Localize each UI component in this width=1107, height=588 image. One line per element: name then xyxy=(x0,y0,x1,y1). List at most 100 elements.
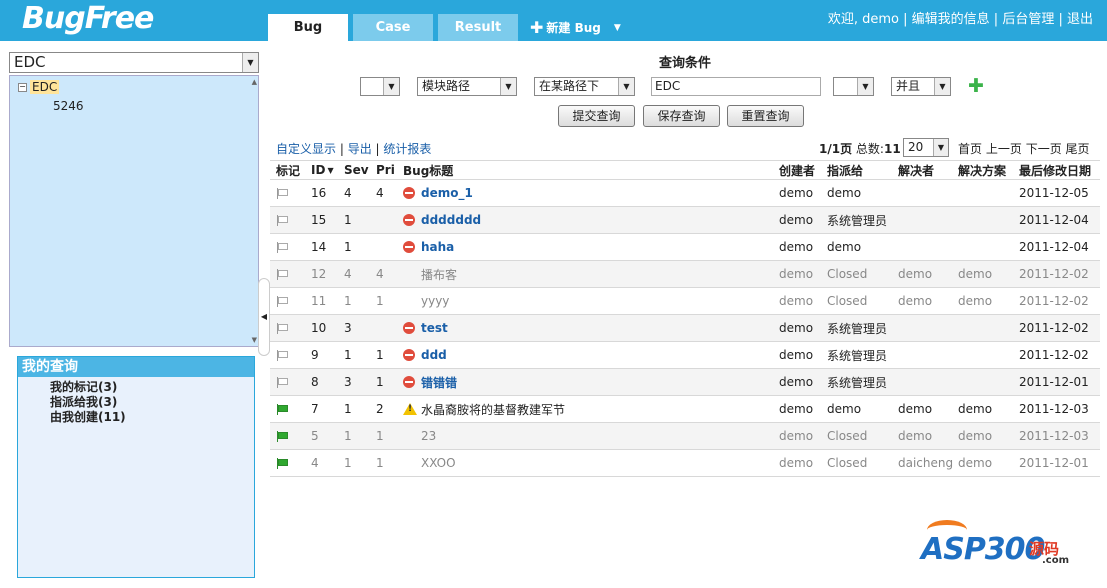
table-row[interactable]: 9 1 1 ddd demo 系统管理员 2011-12-02 xyxy=(270,342,1100,369)
my-query-item[interactable]: 由我创建(11) xyxy=(18,410,254,425)
table-row[interactable]: 15 1 ddddddd demo 系统管理员 2011-12-04 xyxy=(270,207,1100,234)
cell-flag[interactable] xyxy=(276,315,288,341)
cell-flag[interactable] xyxy=(276,261,288,287)
cell-title[interactable]: 水晶裔胺将的基督教建军节 xyxy=(403,396,565,422)
bug-title-link[interactable]: 错错错 xyxy=(421,374,457,391)
chevron-down-icon[interactable]: ▼ xyxy=(242,53,258,72)
tab-case[interactable]: Case xyxy=(353,14,433,41)
cell-title[interactable]: ddddddd xyxy=(403,207,481,233)
col-date[interactable]: 最后修改日期 xyxy=(1019,161,1091,179)
bug-title-link[interactable]: ddddddd xyxy=(421,213,481,227)
admin-link[interactable]: 后台管理 xyxy=(1002,12,1054,27)
flag-icon[interactable] xyxy=(276,430,288,442)
cell-title[interactable]: 错错错 xyxy=(403,369,457,395)
table-row[interactable]: 12 4 4 播布客 demo Closed demo demo 2011-12-02 xyxy=(270,261,1100,288)
flag-icon[interactable] xyxy=(276,295,288,307)
bug-title-link[interactable]: test xyxy=(421,321,448,335)
col-assigned[interactable]: 指派给 xyxy=(827,161,863,179)
app-logo[interactable]: BugFree xyxy=(22,1,154,36)
cell-flag[interactable] xyxy=(276,423,288,449)
table-row[interactable]: 7 1 2 水晶裔胺将的基督教建军节 demo demo demo demo 2011-12-0… xyxy=(270,396,1100,423)
bug-title-link[interactable]: XXOO xyxy=(421,456,456,470)
project-select[interactable]: EDC ▼ xyxy=(9,52,259,73)
col-flag[interactable]: 标记 xyxy=(276,161,300,179)
flag-icon[interactable] xyxy=(276,322,288,334)
collapse-icon[interactable]: − xyxy=(18,83,27,92)
prev-page-link[interactable]: 上一页 xyxy=(986,142,1022,156)
cell-flag[interactable] xyxy=(276,396,288,422)
sidebar-collapse-toggle[interactable]: ◀ xyxy=(258,278,270,356)
table-row[interactable]: 5 1 1 23 demo Closed demo demo 2011-12-03 xyxy=(270,423,1100,450)
flag-icon[interactable] xyxy=(276,403,288,415)
query-value-input[interactable]: EDC xyxy=(651,77,821,96)
table-row[interactable]: 16 4 4 demo_1 demo demo 2011-12-05 xyxy=(270,180,1100,207)
flag-icon[interactable] xyxy=(276,241,288,253)
tab-result[interactable]: Result xyxy=(438,14,518,41)
scroll-down-icon[interactable]: ▼ xyxy=(252,336,257,344)
col-resolution[interactable]: 解决方案 xyxy=(958,161,1006,179)
flag-icon[interactable] xyxy=(276,214,288,226)
col-id[interactable]: ID ▼ xyxy=(311,161,334,179)
edit-profile-link[interactable]: 编辑我的信息 xyxy=(912,12,990,27)
flag-icon[interactable] xyxy=(276,187,288,199)
new-bug-button[interactable]: ✚ 新建 Bug ▼ xyxy=(530,18,621,37)
chevron-down-icon[interactable]: ▼ xyxy=(614,23,621,33)
flag-icon[interactable] xyxy=(276,457,288,469)
cell-title[interactable]: 23 xyxy=(403,423,436,449)
tree-node-child[interactable]: 5246 xyxy=(53,99,84,113)
tree-node-root[interactable]: − EDC xyxy=(18,80,60,94)
chevron-down-icon[interactable]: ▼ xyxy=(500,78,516,95)
cell-title[interactable]: yyyy xyxy=(403,288,449,314)
tab-bug[interactable]: Bug xyxy=(268,14,348,41)
reset-query-button[interactable]: 重置查询 xyxy=(727,105,804,127)
table-row[interactable]: 10 3 test demo 系统管理员 2011-12-02 xyxy=(270,315,1100,342)
cell-flag[interactable] xyxy=(276,342,288,368)
cell-flag[interactable] xyxy=(276,369,288,395)
query-extra-select[interactable]: ▼ xyxy=(833,77,874,96)
bug-title-link[interactable]: 水晶裔胺将的基督教建军节 xyxy=(421,401,565,418)
logout-link[interactable]: 退出 xyxy=(1067,12,1093,27)
bug-title-link[interactable]: 23 xyxy=(421,429,436,443)
col-sev[interactable]: Sev xyxy=(344,161,369,179)
report-link[interactable]: 统计报表 xyxy=(383,142,431,156)
chevron-down-icon[interactable]: ▼ xyxy=(934,78,950,95)
chevron-down-icon[interactable]: ▼ xyxy=(933,139,948,156)
cell-flag[interactable] xyxy=(276,234,288,260)
bug-title-link[interactable]: yyyy xyxy=(421,294,449,308)
chevron-down-icon[interactable]: ▼ xyxy=(857,78,873,95)
first-page-link[interactable]: 首页 xyxy=(958,142,982,156)
table-row[interactable]: 14 1 haha demo demo 2011-12-04 xyxy=(270,234,1100,261)
table-row[interactable]: 8 3 1 错错错 demo 系统管理员 2011-12-01 xyxy=(270,369,1100,396)
my-query-item[interactable]: 我的标记(3) xyxy=(18,380,254,395)
bug-title-link[interactable]: haha xyxy=(421,240,454,254)
my-query-item[interactable]: 指派给我(3) xyxy=(18,395,254,410)
flag-icon[interactable] xyxy=(276,349,288,361)
scroll-up-icon[interactable]: ▲ xyxy=(252,78,257,86)
tree-node-root-label[interactable]: EDC xyxy=(30,80,60,94)
flag-icon[interactable] xyxy=(276,376,288,388)
bug-title-link[interactable]: ddd xyxy=(421,348,447,362)
cell-title[interactable]: haha xyxy=(403,234,454,260)
query-path-select[interactable]: 模块路径 ▼ xyxy=(417,77,517,96)
cell-flag[interactable] xyxy=(276,288,288,314)
col-resolver[interactable]: 解决者 xyxy=(898,161,934,179)
query-field-select[interactable]: ▼ xyxy=(360,77,400,96)
next-page-link[interactable]: 下一页 xyxy=(1026,142,1062,156)
table-row[interactable]: 11 1 1 yyyy demo Closed demo demo 2011-12-02 xyxy=(270,288,1100,315)
table-row[interactable]: 4 1 1 XXOO demo Closed daicheng demo 2011-12-01 xyxy=(270,450,1100,477)
cell-title[interactable]: test xyxy=(403,315,448,341)
save-query-button[interactable]: 保存查询 xyxy=(643,105,720,127)
bug-title-link[interactable]: 播布客 xyxy=(421,266,457,283)
flag-icon[interactable] xyxy=(276,268,288,280)
bug-title-link[interactable]: demo_1 xyxy=(421,186,473,200)
export-link[interactable]: 导出 xyxy=(348,142,372,156)
query-operator-select[interactable]: 在某路径下 ▼ xyxy=(534,77,635,96)
cell-title[interactable]: demo_1 xyxy=(403,180,473,206)
custom-display-link[interactable]: 自定义显示 xyxy=(276,142,336,156)
chevron-down-icon[interactable]: ▼ xyxy=(618,78,634,95)
page-size-select[interactable]: 20 ▼ xyxy=(903,138,949,157)
col-title[interactable]: Bug标题 xyxy=(403,161,453,179)
cell-flag[interactable] xyxy=(276,450,288,476)
col-pri[interactable]: Pri xyxy=(376,161,395,179)
query-logic-select[interactable]: 并且 ▼ xyxy=(891,77,951,96)
